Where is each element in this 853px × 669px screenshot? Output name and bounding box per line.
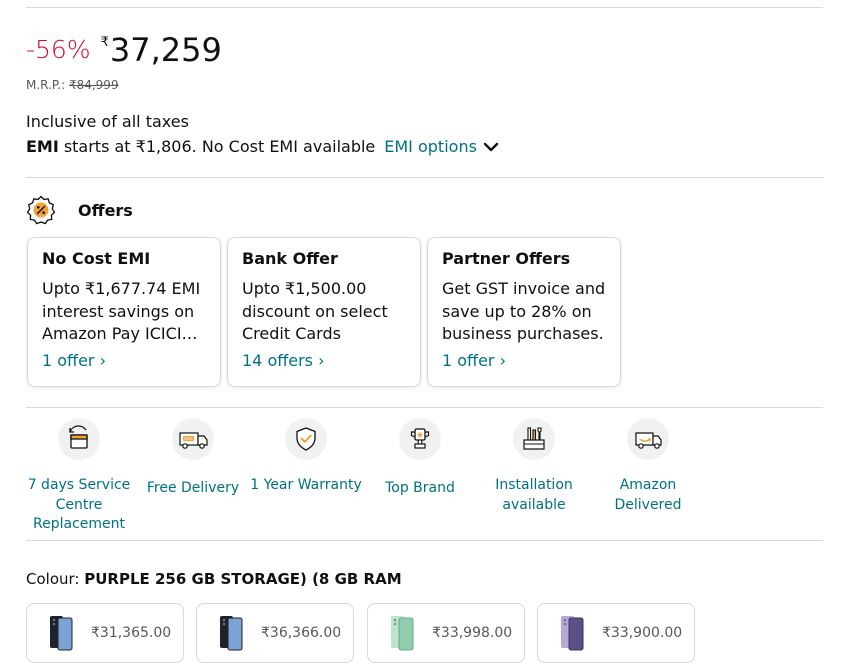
offer-badge-icon	[26, 195, 56, 225]
offer-card-body-text: Upto ₹1,677.74 EMI interest savings on A…	[42, 279, 201, 343]
taxes-note: Inclusive of all taxes	[26, 112, 189, 131]
chevron-down-icon[interactable]	[483, 141, 499, 153]
emi-text: starts at ₹1,806. No Cost EMI available	[63, 137, 376, 156]
offer-card-title: No Cost EMI	[42, 249, 151, 268]
feature-amazon-delivered[interactable]: Amazon Delivered	[591, 418, 705, 515]
phone-mint-icon	[386, 614, 418, 652]
emi-label: EMI	[26, 137, 59, 156]
offer-card-body: Upto ₹1,500.00 discount on select Credit…	[242, 278, 406, 346]
feature-free-delivery[interactable]: FREE Free Delivery	[136, 418, 250, 499]
offer-card-partner-offers[interactable]: Partner Offers Get GST invoice and save …	[427, 237, 621, 387]
colour-value: PURPLE 256 GB STORAGE) (8 GB RAM	[84, 570, 402, 588]
variant-price: ₹33,998.00	[432, 625, 513, 641]
mrp-value: ₹84,999	[68, 78, 119, 92]
offer-card-title: Bank Offer	[242, 249, 338, 268]
variant-swatch[interactable]: ₹31,365.00	[26, 603, 184, 663]
offer-card-title: Partner Offers	[442, 249, 571, 268]
emi-info: EMI starts at ₹1,806. No Cost EMI availa…	[26, 137, 499, 156]
free-delivery-truck-icon: FREE	[172, 418, 214, 460]
warranty-shield-icon	[285, 418, 327, 460]
variant-price: ₹31,365.00	[91, 625, 172, 641]
price-row: -56% ₹ 37,259	[26, 30, 222, 70]
phone-graphite-icon	[215, 614, 247, 652]
offers-divider	[26, 177, 823, 178]
feature-label: 1 Year Warranty	[250, 477, 362, 493]
features-divider	[26, 407, 823, 408]
offer-card-body: Upto ₹1,677.74 EMI interest savings on A…	[42, 278, 206, 346]
feature-label: Amazon Delivered	[614, 477, 682, 513]
offer-card-link[interactable]: 14 offers ›	[242, 351, 406, 370]
svg-text:FREE: FREE	[184, 437, 194, 441]
colour-selection: Colour: PURPLE 256 GB STORAGE) (8 GB RAM	[26, 570, 402, 588]
emi-options-link[interactable]: EMI options	[384, 137, 477, 156]
feature-label: Free Delivery	[146, 480, 240, 496]
top-divider	[26, 7, 823, 8]
offer-card-link[interactable]: 1 offer ›	[42, 351, 206, 370]
feature-warranty[interactable]: 1 Year Warranty	[249, 418, 363, 496]
colour-label: Colour:	[26, 570, 80, 588]
trophy-icon	[399, 418, 441, 460]
variant-swatch[interactable]: ₹36,366.00	[196, 603, 354, 663]
feature-installation[interactable]: Installation available	[477, 418, 591, 515]
feature-top-brand[interactable]: Top Brand	[363, 418, 477, 499]
variant-swatch[interactable]: ₹33,998.00	[367, 603, 525, 663]
replacement-icon	[58, 418, 100, 460]
price-amount: 37,259	[109, 31, 222, 69]
offer-card-body-text: Get GST invoice and save up to 28% on bu…	[442, 279, 606, 343]
currency-symbol: ₹	[100, 35, 109, 50]
offers-header: Offers	[26, 195, 133, 225]
feature-label: 7 days Service Centre Replacement	[27, 477, 131, 532]
mrp: M.R.P.: ₹84,999	[26, 78, 119, 92]
feature-label: Top Brand	[385, 480, 455, 496]
phone-purple-icon	[556, 614, 588, 652]
variant-price: ₹33,900.00	[602, 625, 683, 641]
colour-divider	[26, 540, 823, 541]
feature-replacement[interactable]: 7 days Service Centre Replacement	[22, 418, 136, 535]
discount-percentage: -56%	[26, 35, 91, 64]
offer-card-link[interactable]: 1 offer ›	[442, 351, 606, 370]
feature-label: Installation available	[495, 477, 573, 513]
amazon-van-icon	[627, 418, 669, 460]
offer-card-no-cost-emi[interactable]: No Cost EMI Upto ₹1,677.74 EMI interest …	[27, 237, 221, 387]
offer-card-body: Get GST invoice and save up to 28% on bu…	[442, 278, 606, 346]
variant-swatch[interactable]: ₹33,900.00	[537, 603, 695, 663]
phone-graphite-icon	[45, 614, 77, 652]
mrp-label: M.R.P.:	[26, 78, 66, 92]
offers-title: Offers	[78, 200, 133, 220]
deal-price: ₹ 37,259	[101, 30, 222, 70]
variant-price: ₹36,366.00	[261, 625, 342, 641]
offer-card-body-text: Upto ₹1,500.00 discount on select Credit…	[242, 279, 388, 343]
offer-card-bank-offer[interactable]: Bank Offer Upto ₹1,500.00 discount on se…	[227, 237, 421, 387]
installation-tools-icon	[513, 418, 555, 460]
